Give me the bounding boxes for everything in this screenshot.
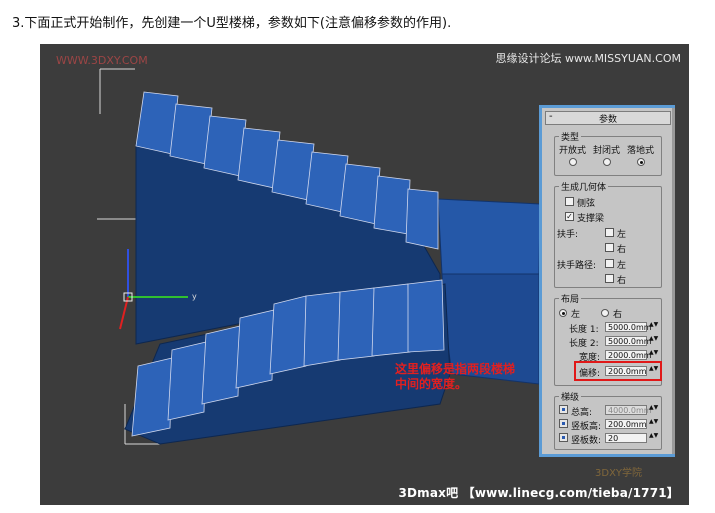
length1-spinner[interactable]: ▲▼ <box>649 322 658 332</box>
group-geometry-label: 生成几何体 <box>559 180 609 193</box>
group-type: 类型 开放式 封闭式 落地式 <box>554 130 662 176</box>
watermark-logo: 3DXY学院 <box>595 468 643 479</box>
riser-count-label: 竖板数: <box>571 436 602 446</box>
handrail-right-label: 右 <box>617 245 627 255</box>
type-option-open: 开放式 <box>559 146 587 156</box>
parameters-panel: - 参数 类型 开放式 封闭式 落地式 生成几何体 侧弦 ✓ 支撑梁 扶手: 左… <box>539 105 675 457</box>
overall-spinner[interactable]: ▲▼ <box>649 405 658 415</box>
group-type-label: 类型 <box>559 130 582 143</box>
offset-annotation: 这里偏移是指两段楼梯 中间的宽度。 <box>395 362 515 392</box>
handrail-left-checkbox[interactable] <box>605 228 614 237</box>
overall-input[interactable]: 4000.0mm <box>605 405 652 415</box>
width-input[interactable]: 2000.0mm <box>605 350 652 360</box>
group-steps-label: 梯级 <box>559 390 582 403</box>
watermark-right: 思缘设计论坛 www.MISSYUAN.COM <box>495 52 681 65</box>
offset-highlight-box <box>574 361 662 381</box>
length2-input[interactable]: 5000.0mm <box>605 336 652 346</box>
carriage-label: 支撑梁 <box>577 214 605 224</box>
watermark-left: WWW.3DXY.COM <box>56 54 148 67</box>
layout-right-label: 右 <box>613 310 623 320</box>
rail-path-left-label: 左 <box>617 261 627 271</box>
annotation-line-2: 中间的宽度。 <box>395 377 468 391</box>
handrail-right-checkbox[interactable] <box>605 243 614 252</box>
overall-label: 总高: <box>571 408 593 418</box>
handrail-path-label: 扶手路径: <box>557 261 597 271</box>
annotation-line-1: 这里偏移是指两段楼梯 <box>395 362 516 376</box>
handrail-label: 扶手: <box>557 230 579 240</box>
riser-count-input[interactable]: 20 <box>605 433 647 443</box>
page-caption: 3.下面正式开始制作，先创建一个U型楼梯，参数如下(注意偏移参数的作用). <box>12 16 452 31</box>
panel-scrollbar[interactable] <box>672 108 675 454</box>
radio-box[interactable] <box>637 158 645 166</box>
lock-overall-icon[interactable] <box>559 405 568 414</box>
width-spinner[interactable]: ▲▼ <box>649 350 658 360</box>
stringers-label: 侧弦 <box>577 199 596 209</box>
rail-path-left-checkbox[interactable] <box>605 259 614 268</box>
length2-spinner[interactable]: ▲▼ <box>649 336 658 346</box>
length1-input[interactable]: 5000.0mm <box>605 322 652 332</box>
rollout-title: 参数 <box>598 115 617 125</box>
landing-top <box>437 198 541 275</box>
carriage-checkbox[interactable]: ✓ <box>565 212 574 221</box>
3d-viewport[interactable]: WWW.3DXY.COM 思缘设计论坛 www.MISSYUAN.COM y 这… <box>40 44 689 505</box>
group-layout-label: 布局 <box>559 292 582 305</box>
length2-label: 长度 2: <box>569 339 599 349</box>
lock-riser-count-icon[interactable] <box>559 433 568 442</box>
watermark-footer: 3Dmax吧 【www.linecg.com/tieba/1771】 <box>398 486 679 500</box>
length1-label: 长度 1: <box>569 325 599 335</box>
layout-right-radio[interactable] <box>601 309 609 317</box>
radio-closed[interactable] <box>603 158 611 166</box>
layout-left-radio[interactable] <box>559 309 567 317</box>
type-option-closed: 封闭式 <box>593 146 621 156</box>
stringers-checkbox[interactable] <box>565 197 574 206</box>
axis-label-y: y <box>192 292 197 301</box>
riser-count-spinner[interactable]: ▲▼ <box>649 433 658 443</box>
handrail-left-label: 左 <box>617 230 627 240</box>
group-generate-geometry: 生成几何体 侧弦 ✓ 支撑梁 扶手: 左 右 扶手路径: 左 右 <box>554 180 662 288</box>
riser-height-label: 竖板高: <box>571 422 602 432</box>
lock-riser-height-icon[interactable] <box>559 419 568 428</box>
radio-open[interactable] <box>569 158 577 166</box>
rail-path-right-label: 右 <box>617 276 627 286</box>
type-option-box: 落地式 <box>627 146 655 156</box>
rail-path-right-checkbox[interactable] <box>605 274 614 283</box>
riser-height-spinner[interactable]: ▲▼ <box>649 419 658 429</box>
rollout-header-parameters[interactable]: - 参数 <box>545 111 671 125</box>
riser-height-input[interactable]: 200.0mm <box>605 419 647 429</box>
group-steps: 梯级 总高: 4000.0mm ▲▼ 竖板高: 200.0mm ▲▼ 竖板数: … <box>554 390 662 450</box>
layout-left-label: 左 <box>571 310 581 320</box>
